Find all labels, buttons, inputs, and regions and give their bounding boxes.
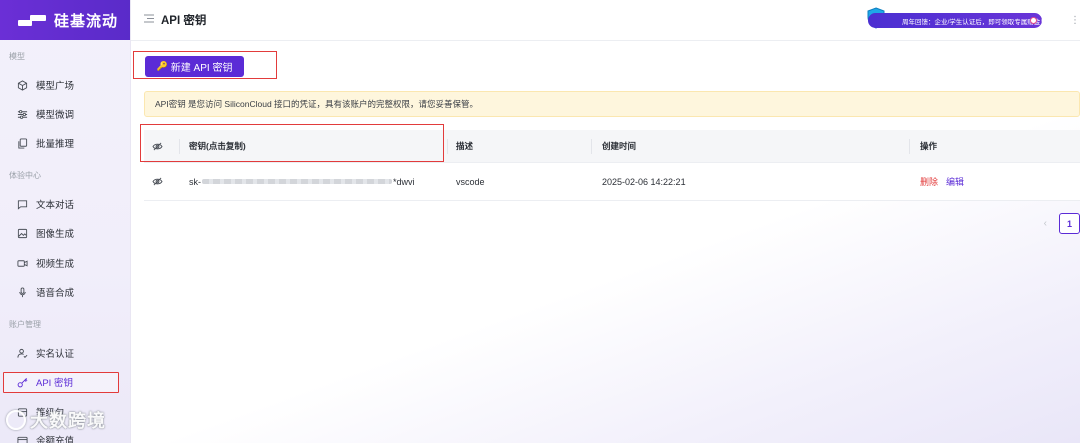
column-separator [447,139,448,154]
sidebar-item-label: 余额充值 [36,436,75,443]
watermark-text: 大数跨境 [30,411,106,431]
notice-text: API密钥 是您访问 SiliconCloud 接口的凭证，具有该账户的完整权限… [155,99,479,109]
sidebar-item-label: API 密钥 [36,378,73,389]
main-content: 🔑 新建 API 密钥 API密钥 是您访问 SiliconCloud 接口的凭… [131,41,1080,443]
menu-toggle-icon[interactable] [144,14,154,26]
sidebar-item-image-gen[interactable]: 图像生成 [0,221,131,245]
more-icon[interactable]: ⋮ [1070,15,1080,26]
sidebar-item-model-finetune[interactable]: 模型微调 [0,102,131,126]
delete-link[interactable]: 删除 [920,175,938,188]
watermark-logo-icon [6,410,26,430]
prev-page-icon[interactable]: ‹ [1044,218,1047,229]
sidebar-item-label: 模型微调 [36,110,75,121]
sidebar-item-api-key[interactable]: API 密钥 [0,370,131,394]
row-visibility-icon[interactable] [152,163,168,200]
sidebar-item-label: 视频生成 [36,259,75,270]
key-mask [202,179,392,184]
create-api-key-label: 新建 API 密钥 [170,63,233,74]
promo-text: 周年回馈：企业/学生认证后，即可领取专属赠金！ [902,18,1042,26]
sidebar-item-label: 语音合成 [36,288,75,299]
microphone-icon [17,286,28,298]
sidebar-item-label: 模型广场 [36,81,75,92]
key-suffix: *dwvi [393,176,415,187]
cube-icon [17,79,28,91]
watermark: 大数跨境 [6,407,106,433]
key-prefix: sk- [189,176,201,187]
page-number-current[interactable]: 1 [1059,213,1080,234]
sidebar-item-label: 实名认证 [36,349,75,360]
pagination: ‹ 1 [1044,213,1080,234]
create-api-key-button[interactable]: 🔑 新建 API 密钥 [145,56,244,77]
sidebar-item-label: 图像生成 [36,229,75,240]
column-separator [909,139,910,154]
page-title: API 密钥 [161,15,207,27]
highlight-box-key-cell [140,124,444,162]
header-created-time: 创建时间 [602,141,637,151]
edit-link[interactable]: 编辑 [946,175,964,188]
sidebar-item-model-plaza[interactable]: 模型广场 [0,73,131,97]
section-label-account: 账户管理 [9,320,41,329]
logo-mark-icon [18,13,48,27]
logo-text: 硅基流动 [54,12,119,30]
info-notice: API密钥 是您访问 SiliconCloud 接口的凭证，具有该账户的完整权限… [144,91,1080,117]
copy-icon [17,137,28,149]
section-label-models: 模型 [9,52,25,61]
promo-dot-icon [1030,17,1037,24]
sidebar-item-batch-inference[interactable]: 批量推理 [0,131,131,155]
video-icon [17,258,28,269]
sidebar-item-text-chat[interactable]: 文本对话 [0,192,131,216]
header-actions: 操作 [920,141,938,151]
table-row: sk- *dwvi vscode 2025-02-06 14:22:21 删除 … [144,163,1080,201]
api-key-value[interactable]: sk- *dwvi [189,163,415,200]
row-description: vscode [456,176,485,187]
row-actions: 删除 编辑 [920,163,964,200]
chat-icon [17,199,28,210]
sidebar-item-real-name[interactable]: 实名认证 [0,341,131,365]
user-check-icon [17,348,28,359]
sidebar-item-label: 批量推理 [36,139,75,150]
section-label-experience: 体验中心 [9,171,41,180]
wallet-icon [17,435,28,443]
logo[interactable]: 硅基流动 [0,0,130,40]
key-emoji-icon: 🔑 [156,61,168,71]
sidebar-item-speech-synthesis[interactable]: 语音合成 [0,280,131,304]
column-separator [591,139,592,154]
row-created-time: 2025-02-06 14:22:21 [602,176,686,187]
sidebar-item-label: 文本对话 [36,200,75,211]
sidebar-item-video-gen[interactable]: 视频生成 [0,251,131,275]
promo-banner[interactable]: 周年回馈：企业/学生认证后，即可领取专属赠金！ [868,13,1042,28]
key-icon [17,377,28,388]
sliders-icon [17,109,28,120]
image-icon [17,228,28,239]
header-description: 描述 [456,141,474,151]
